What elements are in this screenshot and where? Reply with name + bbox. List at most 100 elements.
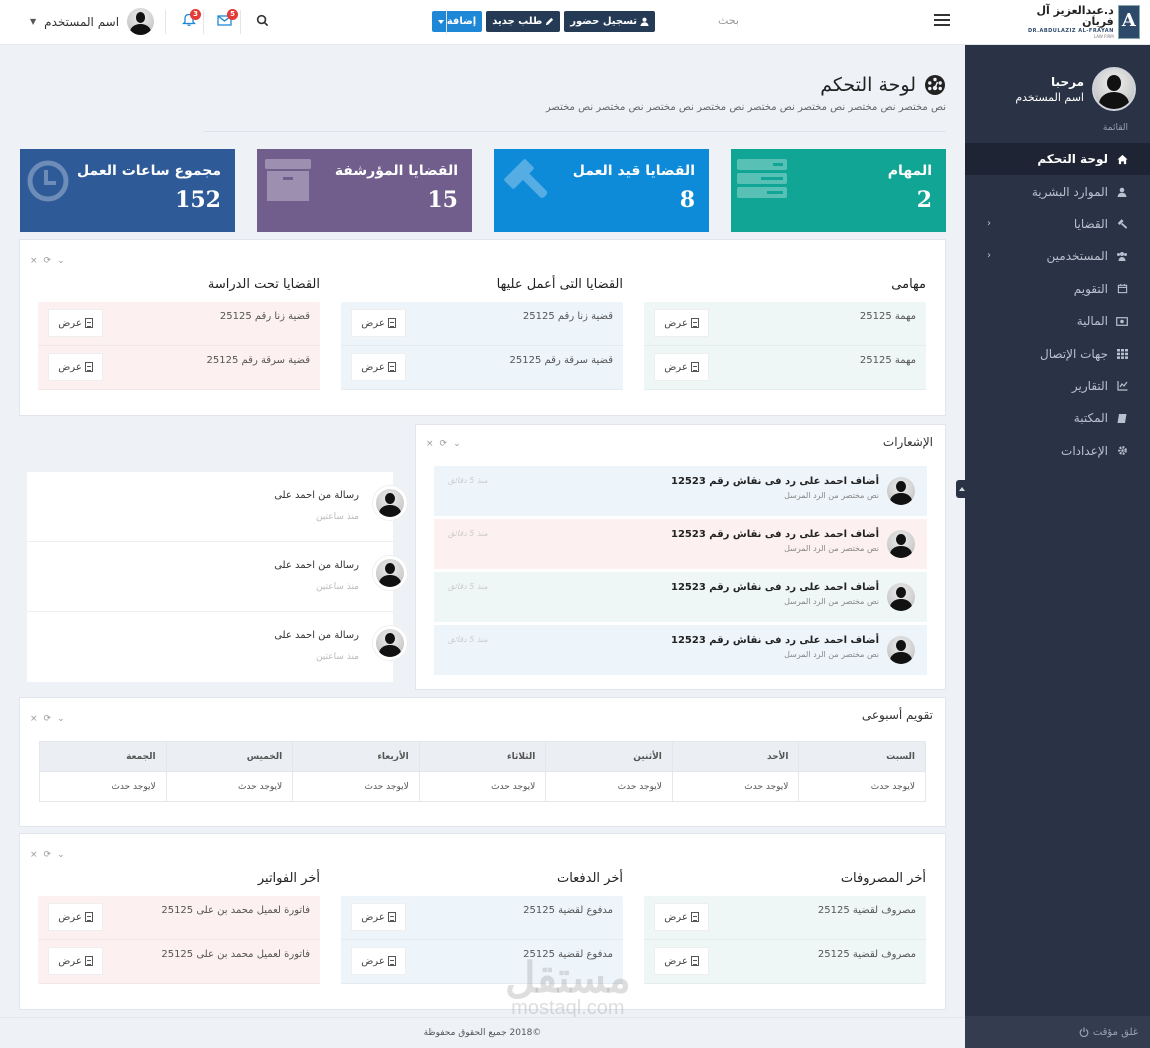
day-cell[interactable]: لايوجد حدث [165,771,294,802]
add-dropdown-button[interactable]: إضافة [431,11,483,32]
file-icon [387,362,396,372]
new-request-button[interactable]: طلب جديد [486,11,561,32]
sidebar-item-users[interactable]: المستخدمين ‹ [965,240,1150,272]
notification-item[interactable]: أضاف احمد على رد فى نقاش رقم 12523 نص مخت… [434,519,927,569]
sidebar-item-library[interactable]: المكتبة [965,402,1150,434]
lock-screen-button[interactable]: غلق مؤقت [965,1016,1150,1048]
view-label: عرض [664,911,688,923]
close-icon[interactable]: × [30,256,38,266]
day-header: الأربعاء [292,741,420,772]
day-cell[interactable]: لايوجد حدث [39,771,167,802]
calendar-icon [1116,283,1128,295]
sidebar-item-dashboard[interactable]: لوحة التحكم [965,143,1150,176]
day-cell[interactable]: لايوجد حدث [798,771,926,802]
sidebar-item-contacts[interactable]: جهات الإتصال [965,337,1150,369]
close-icon[interactable]: × [30,714,38,724]
view-label: عرض [58,955,82,967]
attendance-button[interactable]: تسجيل حضور [564,11,655,32]
sidebar-item-settings[interactable]: الإعدادات [965,435,1150,467]
notification-text: نص مختصر من الرد المرسل [784,650,879,659]
sidebar-item-calendar[interactable]: التقويم [965,273,1150,305]
sidebar-item-label: القضايا [1073,216,1108,231]
avatar [127,8,155,35]
view-button[interactable]: عرض [654,947,709,975]
study-cases-column: القضايا تحت الدراسة قضية زنا رقم 25125 عر… [38,240,320,417]
notification-time: منذ 5 دقائق [448,582,488,591]
close-icon[interactable]: × [426,439,434,449]
stat-card-work-hours[interactable]: مجموع ساعات العمل 152 [20,149,235,232]
view-button[interactable]: عرض [351,353,406,381]
message-item[interactable]: رسالة من احمد على منذ ساعتين [27,472,407,542]
notification-item[interactable]: أضاف احمد على رد فى نقاش رقم 12523 نص مخت… [434,572,927,622]
sidebar-username: اسم المستخدم [1015,90,1084,104]
file-icon [387,956,396,966]
collapse-icon[interactable]: ⌄ [453,439,461,449]
list-item: فاتورة لعميل محمد بن على 25125 عرض [38,896,320,940]
logo[interactable]: A د.عبدالعزيز آل فريان DR.ABDULAZIZ AL-F… [1010,4,1140,40]
view-label: عرض [361,955,385,967]
avatar [887,636,915,664]
column-title: القضايا التى أعمل عليها [496,277,623,292]
day-cell[interactable]: لايوجد حدث [418,771,547,802]
chevron-left-icon: ‹ [987,217,991,229]
divider [165,10,166,34]
stat-value: 152 [175,187,221,213]
sidebar-item-reports[interactable]: التقارير [965,370,1150,402]
stat-card-tasks[interactable]: المهام 2 [731,149,946,232]
sidebar-item-cases[interactable]: القضايا ‹ [965,208,1150,240]
avatar [887,583,915,611]
notification-text: نص مختصر من الرد المرسل [784,491,879,500]
notification-item[interactable]: أضاف احمد على رد فى نقاش رقم 12523 نص مخت… [434,466,927,516]
watermark-latin: mostaql.com [511,997,625,1019]
user-menu[interactable]: ▼ اسم المستخدم [30,8,155,35]
list-item: مهمة 25125 عرض [644,302,926,346]
stat-card-active-cases[interactable]: القضايا قيد العمل 8 [494,149,709,232]
view-label: عرض [58,361,82,373]
menu-toggle-icon[interactable] [934,12,950,28]
view-button[interactable]: عرض [654,353,709,381]
notification-item[interactable]: أضاف احمد على رد فى نقاش رقم 12523 نص مخت… [434,625,927,675]
message-text: رسالة من احمد على [274,560,359,571]
avatar [373,556,407,590]
sidebar-item-hr[interactable]: الموارد البشرية [965,175,1150,207]
sidebar-item-label: المكتبة [1073,411,1108,426]
view-button[interactable]: عرض [48,903,103,931]
notifications-button[interactable]: 3 [178,9,201,30]
panel-controls: × ⟳ ⌄ [30,714,65,724]
divider [203,10,204,34]
message-time: منذ ساعتين [315,512,359,522]
sidebar-item-finance[interactable]: المالية [965,305,1150,337]
notification-title: أضاف احمد على رد فى نقاش رقم 12523 [671,582,879,593]
view-button[interactable]: عرض [351,947,406,975]
gavel-icon [504,159,548,198]
collapse-icon[interactable]: ⌄ [57,714,65,724]
view-button[interactable]: عرض [48,353,103,381]
sidebar-collapse-toggle[interactable] [956,480,968,498]
messages-button[interactable]: 5 [215,9,238,30]
page-title: لوحة التحكم [206,74,946,96]
refresh-icon[interactable]: ⟳ [44,714,52,724]
search-input[interactable]: بحث [718,14,739,27]
view-button[interactable]: عرض [351,309,406,337]
view-button[interactable]: عرض [48,947,103,975]
list-item: قضية زنا رقم 25125 عرض [38,302,320,346]
close-icon[interactable]: × [30,850,38,860]
item-text: قضية سرقة رقم 25125 [509,355,613,366]
stat-card-archived-cases[interactable]: القضايا المؤرشفة 15 [257,149,472,232]
day-cell[interactable]: لايوجد حدث [671,771,800,802]
view-button[interactable]: عرض [48,309,103,337]
file-icon [690,318,699,328]
day-cell[interactable]: لايوجد حدث [292,771,420,802]
message-item[interactable]: رسالة من احمد على منذ ساعتين [27,612,407,682]
messages-badge: 5 [227,9,238,20]
view-button[interactable]: عرض [351,903,406,931]
view-button[interactable]: عرض [654,903,709,931]
notification-title: أضاف احمد على رد فى نقاش رقم 12523 [671,635,879,646]
search-icon[interactable] [256,14,269,27]
stat-label: مجموع ساعات العمل [77,163,221,179]
message-item[interactable]: رسالة من احمد على منذ ساعتين [27,542,407,612]
item-text: قضية سرقة رقم 25125 [206,355,310,366]
view-button[interactable]: عرض [654,309,709,337]
day-cell[interactable]: لايوجد حدث [545,771,673,802]
refresh-icon[interactable]: ⟳ [440,439,448,449]
